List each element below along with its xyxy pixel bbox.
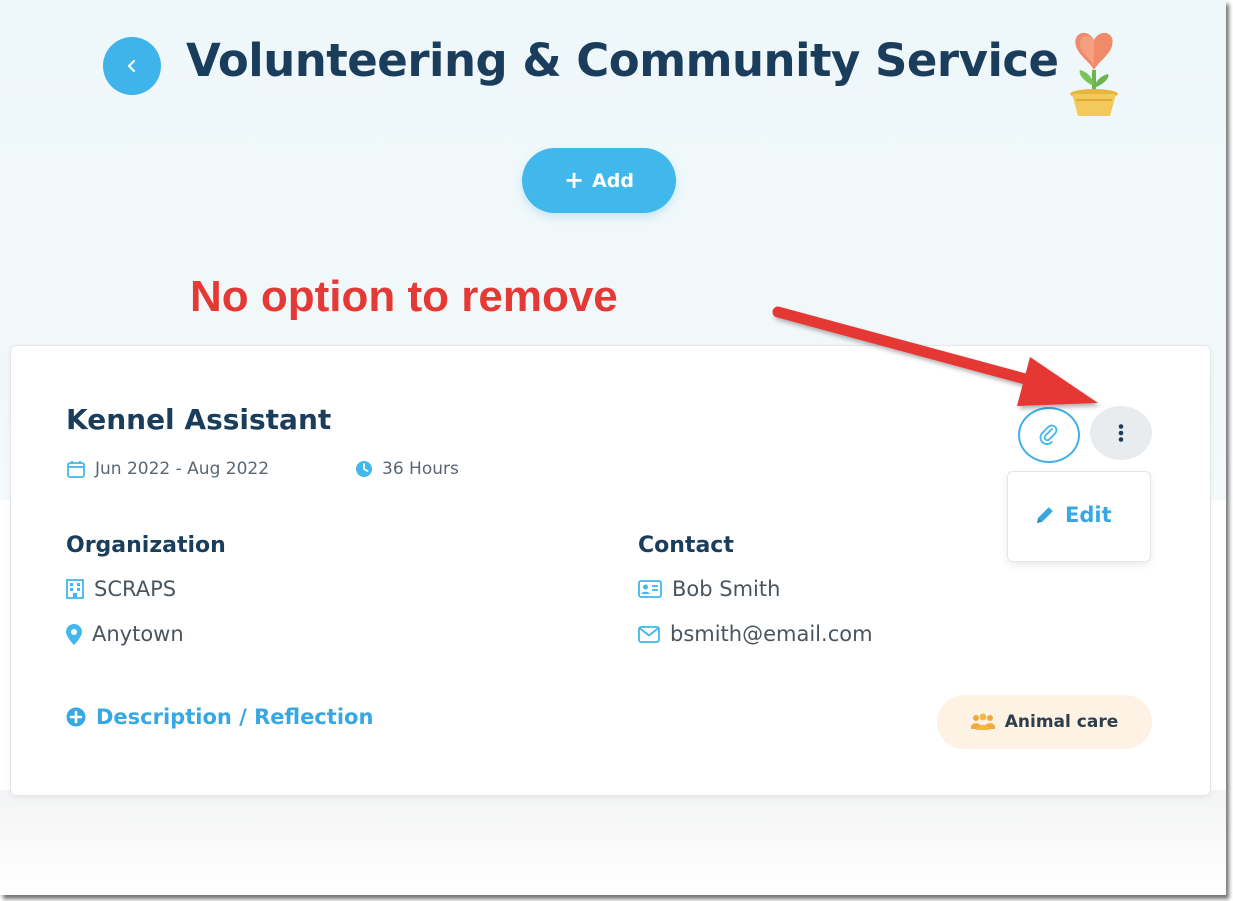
edit-menu-item[interactable]: Edit: [1035, 503, 1112, 527]
potted-flower-icon: [1070, 32, 1118, 116]
organization-location: Anytown: [66, 622, 184, 646]
contact-email-text: bsmith@email.com: [670, 622, 873, 646]
entry-title: Kennel Assistant: [66, 403, 332, 436]
add-button[interactable]: + Add: [522, 148, 676, 213]
plus-circle-icon: [66, 707, 86, 727]
organization-name-text: SCRAPS: [94, 577, 177, 601]
organization-name: SCRAPS: [66, 577, 176, 601]
vertical-ellipsis-icon: [1118, 424, 1124, 442]
people-group-icon: [970, 713, 995, 730]
id-card-icon: [638, 580, 662, 598]
lower-background: [0, 790, 1226, 895]
page: Volunteering & Community Service + Add K…: [0, 0, 1226, 895]
map-pin-icon: [66, 623, 82, 645]
contact-name-text: Bob Smith: [672, 577, 781, 601]
clock-icon: [356, 461, 372, 477]
entry-dates-text: Jun 2022 - Aug 2022: [95, 459, 270, 479]
annotation-text: No option to remove: [190, 272, 618, 321]
plus-icon: +: [563, 165, 585, 194]
organization-heading: Organization: [66, 533, 226, 558]
entry-dates: Jun 2022 - Aug 2022: [66, 459, 269, 479]
page-title: Volunteering & Community Service: [186, 34, 1059, 87]
envelope-icon: [638, 625, 660, 643]
category-tag: Animal care: [937, 695, 1152, 749]
back-button[interactable]: [103, 37, 161, 95]
contact-name: Bob Smith: [638, 577, 780, 601]
attachment-button[interactable]: [1018, 407, 1080, 463]
pencil-icon: [1037, 507, 1053, 523]
more-options-button[interactable]: [1090, 406, 1152, 460]
category-tag-label: Animal care: [1004, 712, 1119, 732]
organization-location-text: Anytown: [92, 622, 184, 646]
calendar-icon: [67, 461, 85, 478]
entry-hours-text: 36 Hours: [382, 459, 459, 479]
edit-menu-label: Edit: [1065, 503, 1112, 527]
building-icon: [66, 579, 84, 599]
entry-hours: 36 Hours: [355, 459, 459, 479]
paperclip-icon: [1039, 424, 1058, 445]
contact-email: bsmith@email.com: [638, 622, 873, 646]
chevron-left-icon: [127, 59, 136, 73]
description-reflection-label: Description / Reflection: [96, 705, 374, 729]
description-reflection-toggle[interactable]: Description / Reflection: [66, 705, 373, 729]
add-button-label: Add: [592, 169, 634, 192]
contact-heading: Contact: [638, 533, 734, 558]
